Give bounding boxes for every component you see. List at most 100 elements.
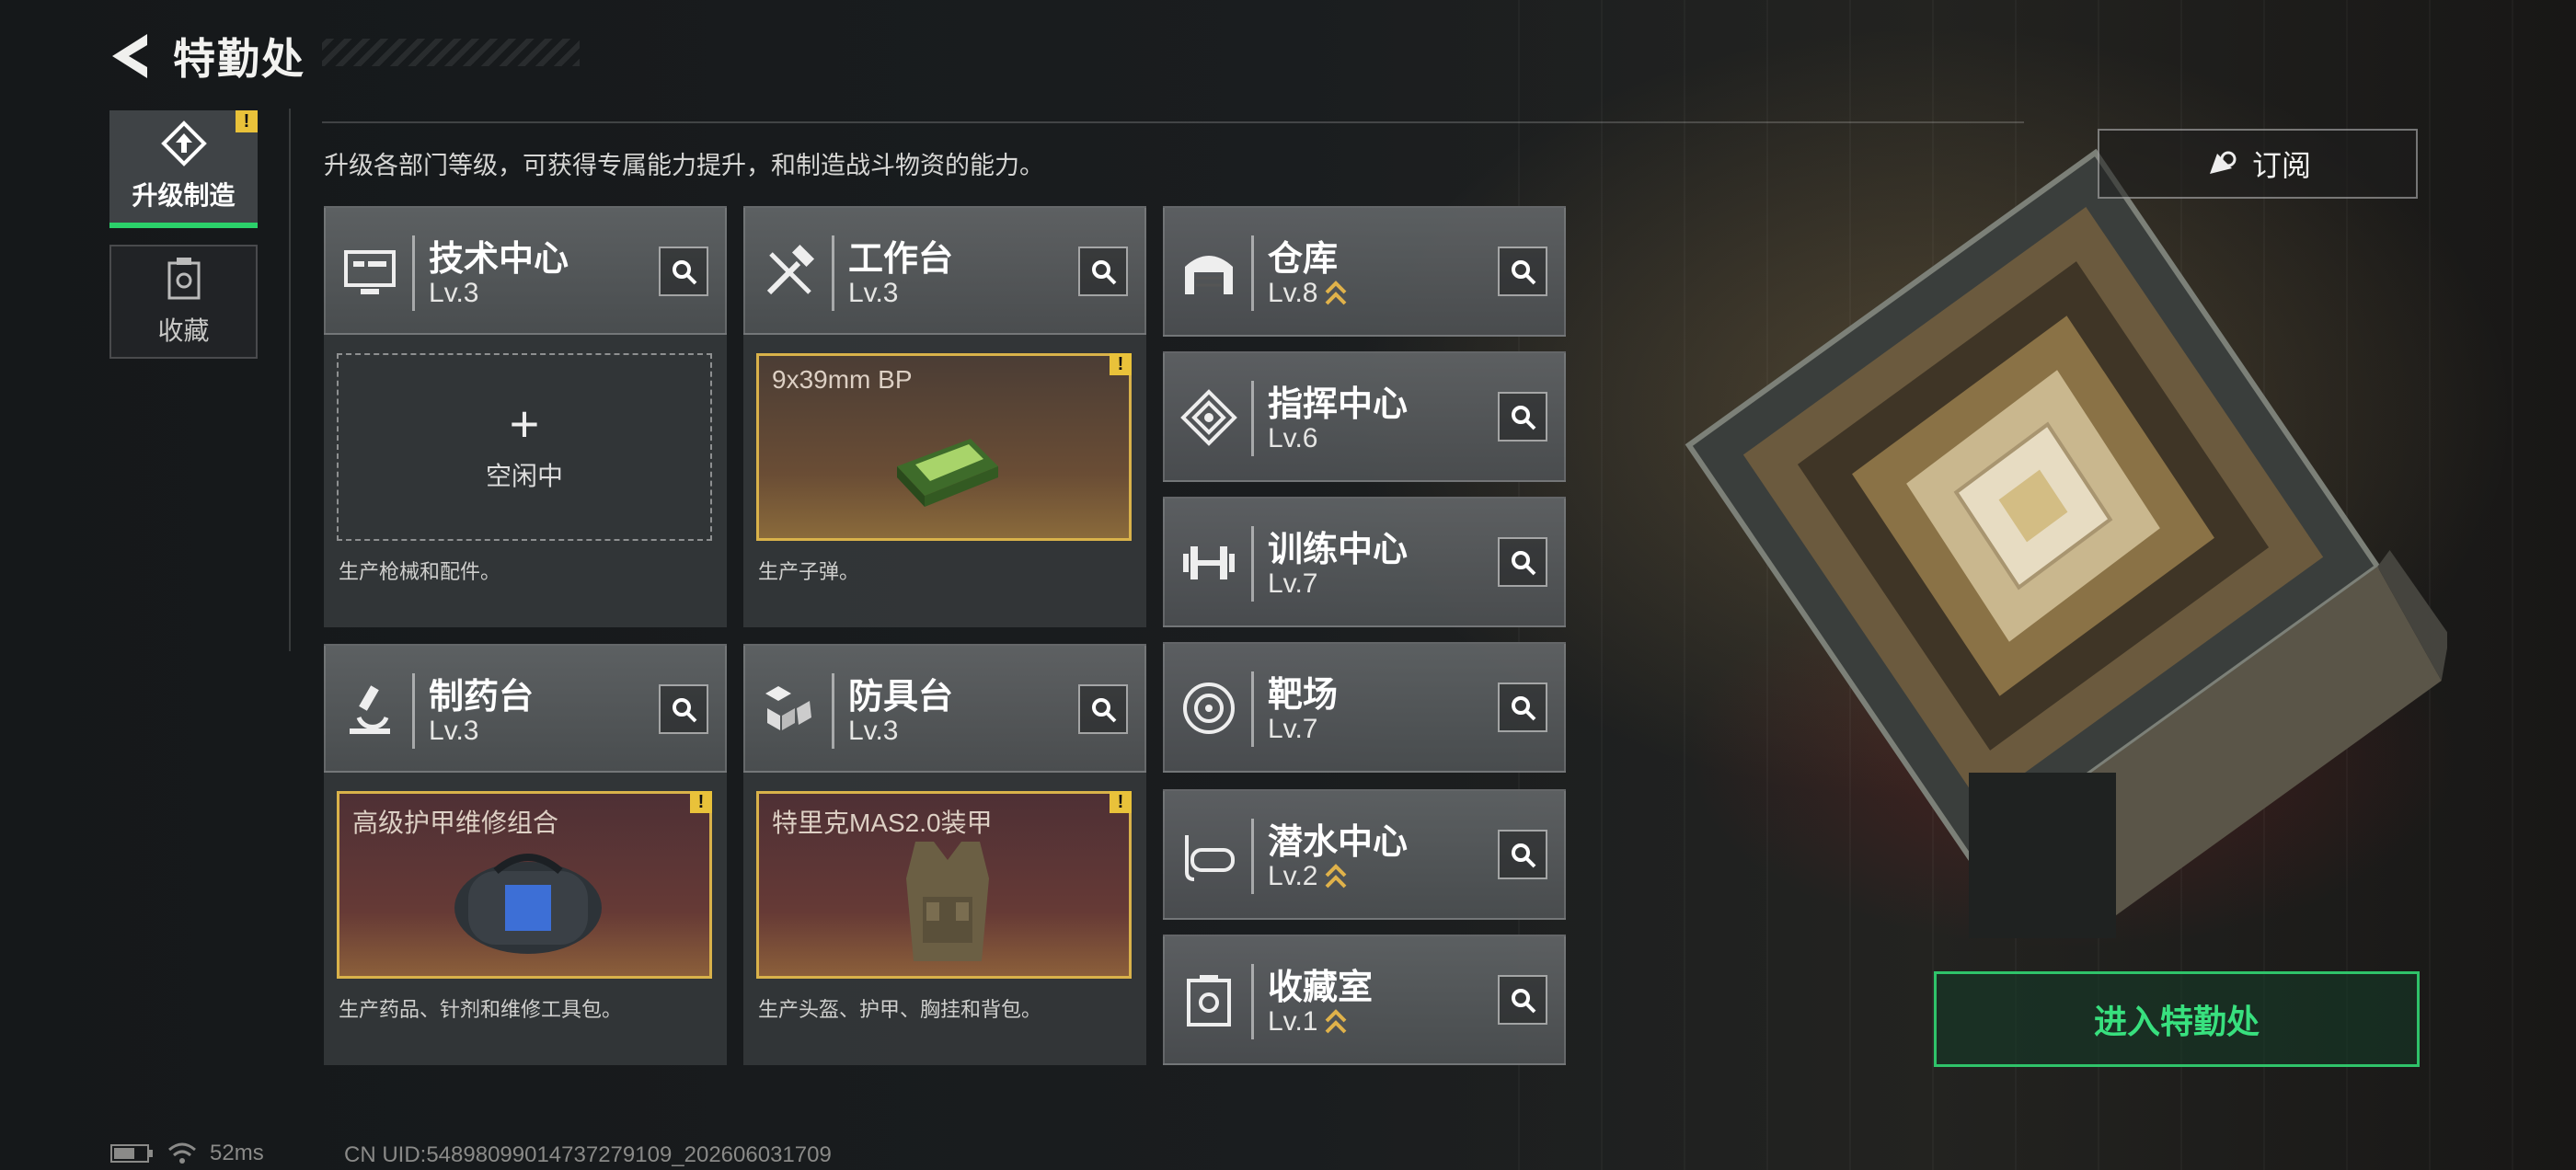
search-icon <box>1512 406 1536 430</box>
search-button[interactable] <box>1078 684 1128 734</box>
alert-badge: ! <box>236 110 258 132</box>
department-card-command-center[interactable]: 指挥中心 Lv.6 <box>1163 351 1566 482</box>
production-slot-empty[interactable]: + 空闲中 <box>337 353 712 541</box>
search-button[interactable] <box>659 684 708 734</box>
tools-icon <box>766 244 815 295</box>
department-level: Lv.7 <box>1268 568 1318 599</box>
plus-icon: + <box>509 395 540 453</box>
upgrade-chevron-icon <box>1326 281 1347 305</box>
production-slot[interactable]: ! 9x39mm BP <box>756 353 1132 541</box>
separator <box>412 673 415 749</box>
card-footer: 生产药品、针剂和维修工具包。 <box>339 998 623 1021</box>
uid-text: CN UID:54898099014737279109_202606031709 <box>344 1142 832 1167</box>
production-slot[interactable]: ! 特里克MAS2.0装甲 <box>756 791 1132 979</box>
search-icon <box>1092 698 1117 723</box>
collection-icon <box>167 258 200 300</box>
monitor-icon <box>344 250 396 294</box>
department-name: 指挥中心 <box>1268 385 1409 424</box>
header: 特勤处 <box>109 26 305 86</box>
page-title: 特勤处 <box>173 35 305 83</box>
item-name: 9x39mm BP <box>772 365 913 394</box>
ping-value: 52ms <box>210 1141 264 1165</box>
card-footer: 生产子弹。 <box>758 560 860 583</box>
search-icon <box>1092 260 1117 285</box>
department-card-pharmacy[interactable]: 制药台 Lv.3 ! 高级护甲维修组合 生产药品、针剂和维修工具包。 <box>324 644 727 1065</box>
repair-bag-icon <box>454 854 602 954</box>
card-header: 制药台 Lv.3 <box>324 644 727 773</box>
card-footer: 生产头盔、护甲、胸挂和背包。 <box>758 998 1042 1021</box>
department-card-armor-bench[interactable]: 防具台 Lv.3 ! 特里克MAS2.0装甲 生产头盔、护甲、胸挂和背包。 <box>743 644 1146 1065</box>
department-level: Lv.3 <box>429 716 479 746</box>
target-icon <box>1183 682 1235 734</box>
department-name: 仓库 <box>1268 240 1339 279</box>
microscope-icon <box>350 685 390 734</box>
search-button[interactable] <box>1498 247 1547 296</box>
department-card-training-center[interactable]: 训练中心 Lv.7 <box>1163 497 1566 627</box>
dumbbell-icon <box>1183 546 1235 579</box>
separator <box>1251 526 1254 602</box>
divider <box>322 121 2024 123</box>
alert-badge: ! <box>1110 353 1132 375</box>
search-button[interactable] <box>659 247 708 296</box>
tab-collection[interactable]: 收藏 <box>109 245 258 359</box>
tab-upgrade-manufacture[interactable]: ! 升级制造 <box>109 110 258 228</box>
search-button[interactable] <box>1498 537 1547 587</box>
warehouse-icon <box>1185 256 1233 294</box>
wifi-icon <box>168 1142 196 1164</box>
card-footer: 生产枪械和配件。 <box>339 560 501 583</box>
department-name: 收藏室 <box>1268 969 1374 1007</box>
separator <box>1251 671 1254 747</box>
card-header: 技术中心 Lv.3 <box>324 206 727 335</box>
department-name: 制药台 <box>429 678 535 717</box>
subscribe-button[interactable]: 订阅 <box>2098 129 2418 199</box>
separator <box>832 235 834 311</box>
separator <box>1251 819 1254 894</box>
search-icon <box>673 698 697 723</box>
search-button[interactable] <box>1498 975 1547 1025</box>
upgrade-icon <box>160 120 207 166</box>
department-level: Lv.1 <box>1268 1006 1347 1038</box>
separator <box>1251 381 1254 456</box>
department-level: Lv.6 <box>1268 423 1318 453</box>
search-icon <box>1512 551 1536 576</box>
department-level: Lv.2 <box>1268 861 1347 892</box>
production-slot[interactable]: ! 高级护甲维修组合 <box>337 791 712 979</box>
department-card-collection-room[interactable]: 收藏室 Lv.1 <box>1163 935 1566 1065</box>
department-level: Lv.3 <box>848 716 899 746</box>
enter-special-ops-button[interactable]: 进入特勤处 <box>1934 971 2420 1067</box>
subscribe-label: 订阅 <box>2251 149 2311 182</box>
department-card-shooting-range[interactable]: 靶场 Lv.7 <box>1163 642 1566 773</box>
alert-badge: ! <box>1110 791 1132 813</box>
alert-badge: ! <box>690 791 712 813</box>
ammo-box-icon <box>897 439 998 507</box>
department-name: 潜水中心 <box>1268 823 1409 862</box>
department-card-tech-center[interactable]: 技术中心 Lv.3 + 空闲中 生产枪械和配件。 <box>324 206 727 627</box>
battery-icon <box>110 1144 153 1163</box>
title-decoration <box>322 39 580 66</box>
department-card-workbench[interactable]: 工作台 Lv.3 ! 9x39mm BP 生产子弹。 <box>743 206 1146 627</box>
department-card-warehouse[interactable]: 仓库 Lv.8 <box>1163 206 1566 337</box>
search-button[interactable] <box>1498 682 1547 732</box>
separator <box>832 673 834 749</box>
department-name: 工作台 <box>848 240 954 279</box>
separator <box>1251 235 1254 311</box>
card-header: 工作台 Lv.3 <box>743 206 1146 335</box>
card-header: 防具台 Lv.3 <box>743 644 1146 773</box>
department-level: Lv.3 <box>429 278 479 308</box>
command-icon <box>1180 389 1237 446</box>
department-level: Lv.3 <box>848 278 899 308</box>
search-button[interactable] <box>1498 392 1547 442</box>
search-icon <box>1512 260 1536 285</box>
department-card-diving-center[interactable]: 潜水中心 Lv.2 <box>1163 789 1566 920</box>
search-button[interactable] <box>1498 830 1547 879</box>
search-button[interactable] <box>1078 247 1128 296</box>
department-level: Lv.8 <box>1268 278 1347 309</box>
tab-label: 收藏 <box>157 316 210 345</box>
back-arrow-icon[interactable] <box>109 30 155 82</box>
separator <box>412 235 415 311</box>
trophy-room-icon <box>1187 975 1231 1027</box>
department-name: 防具台 <box>848 678 954 717</box>
cubes-icon <box>765 686 811 730</box>
separator <box>1251 964 1254 1039</box>
cube-artwork <box>1685 148 2447 938</box>
